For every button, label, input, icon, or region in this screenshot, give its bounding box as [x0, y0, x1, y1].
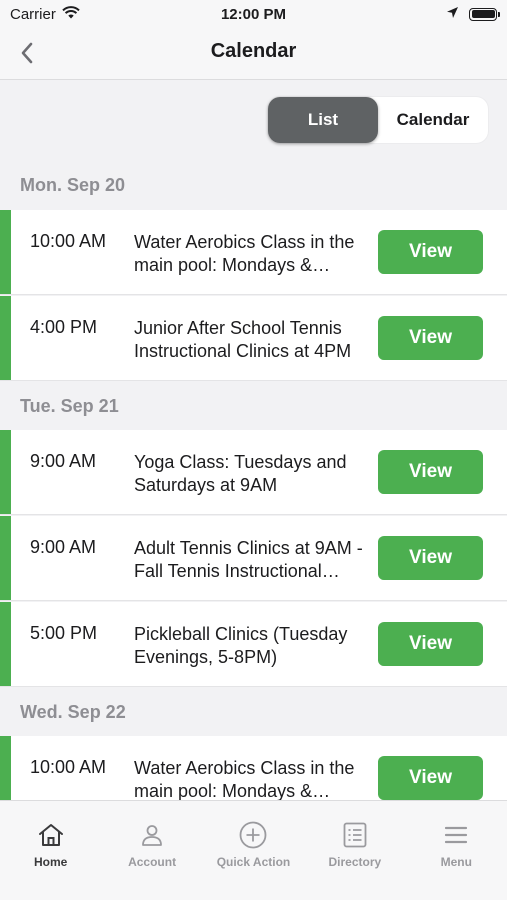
- view-button[interactable]: View: [378, 230, 483, 274]
- view-button[interactable]: View: [378, 316, 483, 360]
- view-button[interactable]: View: [378, 450, 483, 494]
- tab-label: Home: [34, 855, 68, 869]
- person-icon: [138, 821, 166, 849]
- segment-list-button[interactable]: List: [268, 97, 378, 143]
- event-time: 10:00 AM: [30, 231, 107, 251]
- event-row: 10:00 AM Water Aerobics Class in the mai…: [0, 210, 507, 295]
- segment-calendar-button[interactable]: Calendar: [378, 97, 488, 143]
- event-row: 5:00 PM Pickleball Clinics (Tuesday Even…: [0, 602, 507, 687]
- status-right: [446, 6, 500, 23]
- plus-circle-icon: [239, 821, 267, 849]
- event-time: 9:00 AM: [30, 537, 97, 557]
- tab-label: Menu: [440, 855, 472, 869]
- event-accent-bar: [0, 210, 11, 294]
- event-accent-bar: [0, 602, 11, 686]
- event-title: Yoga Class: Tuesdays and Saturdays at 9A…: [134, 452, 347, 495]
- event-title: Adult Tennis Clinics at 9AM - Fall Tenni…: [134, 538, 363, 581]
- event-accent-bar: [0, 430, 11, 514]
- event-time: 4:00 PM: [30, 317, 98, 337]
- event-title: Water Aerobics Class in the main pool: M…: [134, 758, 355, 801]
- home-icon: [37, 821, 65, 849]
- battery-icon: [469, 7, 500, 21]
- event-row: 4:00 PM Junior After School Tennis Instr…: [0, 296, 507, 381]
- tab-bar: Home Account Quick Action Directory Menu: [0, 800, 507, 900]
- tab-quick-action[interactable]: Quick Action: [203, 801, 304, 900]
- tab-label: Directory: [328, 855, 382, 869]
- event-title: Pickleball Clinics (Tuesday Evenings, 5-…: [134, 624, 348, 667]
- event-row: 9:00 AM Adult Tennis Clinics at 9AM - Fa…: [0, 516, 507, 601]
- event-time: 9:00 AM: [30, 451, 97, 471]
- event-time: 10:00 AM: [30, 757, 107, 777]
- view-button[interactable]: View: [378, 536, 483, 580]
- tab-menu[interactable]: Menu: [406, 801, 507, 900]
- tab-directory[interactable]: Directory: [304, 801, 405, 900]
- tab-label: Account: [128, 855, 177, 869]
- navigation-bar: Calendar: [0, 28, 507, 80]
- event-title: Junior After School Tennis Instructional…: [134, 318, 352, 361]
- status-time: 12:00 PM: [220, 5, 287, 23]
- status-bar: Carrier 12:00 PM: [0, 0, 507, 28]
- day-header: Mon. Sep 20: [20, 174, 126, 195]
- event-time: 5:00 PM: [30, 623, 98, 643]
- day-header: Wed. Sep 22: [20, 701, 126, 722]
- view-button[interactable]: View: [378, 622, 483, 666]
- event-row: 9:00 AM Yoga Class: Tuesdays and Saturda…: [0, 430, 507, 515]
- tab-label: Quick Action: [216, 855, 291, 869]
- hamburger-icon: [442, 821, 470, 849]
- view-button[interactable]: View: [378, 756, 483, 800]
- event-title: Water Aerobics Class in the main pool: M…: [134, 232, 355, 275]
- tab-home[interactable]: Home: [0, 801, 101, 900]
- page-title: Calendar: [210, 40, 297, 62]
- event-accent-bar: [0, 516, 11, 600]
- view-mode-segmented-control: List Calendar: [268, 97, 488, 143]
- tab-account[interactable]: Account: [101, 801, 202, 900]
- event-accent-bar: [0, 296, 11, 380]
- day-header: Tue. Sep 21: [20, 395, 119, 416]
- location-arrow-icon: [446, 6, 459, 23]
- list-icon: [341, 821, 369, 849]
